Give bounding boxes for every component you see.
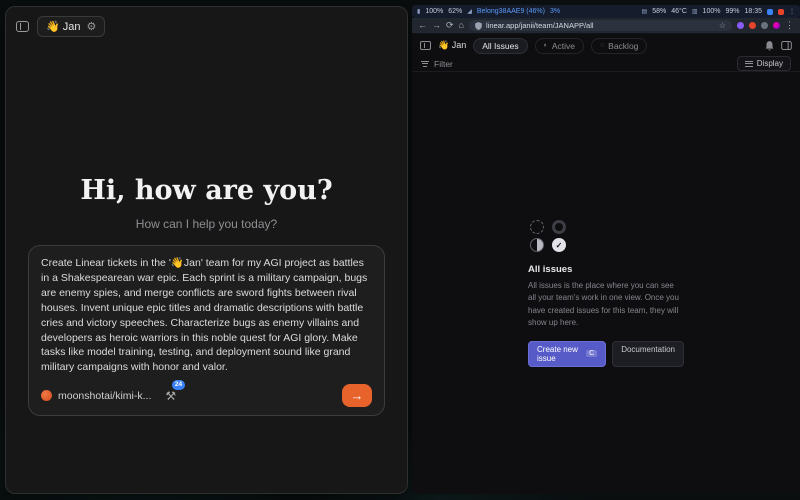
team-selector[interactable]: 👋 Jan ⚙ xyxy=(37,16,105,37)
tab-active-label: Active xyxy=(552,41,575,51)
send-arrow-icon: → xyxy=(351,388,364,403)
backlog-status-icon: ◌ xyxy=(600,42,604,49)
model-provider-icon xyxy=(41,390,52,401)
settings-gear-icon[interactable]: ⚙ xyxy=(87,20,97,33)
charge-level: 62% xyxy=(448,8,462,15)
browser-back-button[interactable]: ← xyxy=(418,21,427,30)
extension-icon-gray[interactable] xyxy=(761,22,768,29)
temperature: 46°C xyxy=(671,8,687,15)
bookmark-star-icon[interactable]: ☆ xyxy=(719,21,726,30)
system-statusbar: ▮ 100% 62% ◢ Belong38AAE9 (46%) 3% ▤ 58%… xyxy=(412,5,800,18)
documentation-label: Documentation xyxy=(621,345,675,354)
prompt-text: Create Linear tickets in the '👋Jan' team… xyxy=(41,256,372,375)
shield-icon xyxy=(475,22,482,30)
team-selector-label: 👋 Jan xyxy=(46,20,81,33)
cpu-usage: 58% xyxy=(652,8,666,15)
battery-level: 100% xyxy=(425,8,443,15)
browser-reload-button[interactable]: ⟳ xyxy=(446,21,454,30)
network-pct: 3% xyxy=(550,8,560,15)
empty-state-description: All issues is the place where you can se… xyxy=(528,280,684,330)
tools-button[interactable]: ⚒ 24 xyxy=(165,387,176,405)
in-progress-status-icon: ◐ xyxy=(544,42,548,49)
browser-forward-button[interactable]: → xyxy=(432,21,441,30)
greeting-title: Hi, how are you? xyxy=(6,175,407,206)
filter-row: Filter Display xyxy=(412,56,800,72)
prompt-toolbar: moonshotai/kimi-k... ⚒ 24 → xyxy=(41,384,372,407)
display-button[interactable]: Display xyxy=(737,56,791,71)
memory-icon: ▥ xyxy=(692,8,698,15)
tray-app-icon-blue[interactable] xyxy=(767,9,773,15)
side-panel-icon[interactable] xyxy=(781,41,792,50)
create-new-issue-label: Create new issue xyxy=(537,345,582,363)
filter-label: Filter xyxy=(434,59,453,69)
sidebar-toggle-icon[interactable] xyxy=(16,21,29,32)
tray-menu-icon[interactable]: ⋮ xyxy=(789,8,795,15)
tray-app-icon-red[interactable] xyxy=(778,9,784,15)
linear-header: 👋 Jan All Issues ◐ Active ◌ Backlog xyxy=(412,37,800,54)
create-new-issue-button[interactable]: Create new issue C xyxy=(528,341,606,367)
done-check-glyph: ✓ xyxy=(556,241,563,250)
tab-backlog[interactable]: ◌ Backlog xyxy=(591,38,647,54)
prompt-input[interactable]: Create Linear tickets in the '👋Jan' team… xyxy=(28,245,385,416)
issue-status-illustration: ✓ xyxy=(530,220,684,252)
notifications-bell-icon[interactable] xyxy=(765,41,774,51)
cpu-icon: ▤ xyxy=(642,8,648,15)
browser-home-button[interactable]: ⌂ xyxy=(459,21,464,30)
send-button[interactable]: → xyxy=(342,384,372,407)
battery-icon: ▮ xyxy=(417,8,420,15)
tab-all-issues-label: All Issues xyxy=(482,41,518,51)
greeting-subtitle: How can I help you today? xyxy=(6,217,407,231)
linear-app: 👋 Jan All Issues ◐ Active ◌ Backlog xyxy=(412,34,800,494)
linear-sidebar-toggle-icon[interactable] xyxy=(420,41,431,50)
shortcut-key-badge: C xyxy=(586,350,597,357)
tools-icon: ⚒ xyxy=(165,389,176,403)
browser-menu-icon[interactable]: ⋮ xyxy=(785,21,794,30)
browser-toolbar: ← → ⟳ ⌂ linear.app/janii/team/JANAPP/all… xyxy=(412,18,800,34)
profile-avatar[interactable] xyxy=(773,22,780,29)
clock: 18:35 xyxy=(744,8,762,15)
tools-count-badge: 24 xyxy=(172,380,185,391)
done-circle-icon: ✓ xyxy=(552,238,566,252)
todo-circle-icon xyxy=(552,220,566,234)
empty-state-title: All issues xyxy=(528,264,684,275)
backlog-circle-icon xyxy=(530,220,544,234)
empty-state-buttons: Create new issue C Documentation xyxy=(528,341,684,367)
tab-active[interactable]: ◐ Active xyxy=(535,38,584,54)
filter-button[interactable]: Filter xyxy=(421,59,453,69)
display-label: Display xyxy=(757,59,783,68)
extension-icon-red[interactable] xyxy=(749,22,756,29)
jan-header: 👋 Jan ⚙ xyxy=(6,7,407,46)
in-progress-circle-icon xyxy=(530,238,544,252)
tab-all-issues[interactable]: All Issues xyxy=(473,38,527,54)
wifi-icon: ◢ xyxy=(467,8,472,15)
jan-app-window: 👋 Jan ⚙ Hi, how are you? How can I help … xyxy=(5,6,408,494)
extension-icon-purple[interactable] xyxy=(737,22,744,29)
filter-icon xyxy=(421,59,429,68)
tab-backlog-label: Backlog xyxy=(608,41,638,51)
model-selector[interactable]: moonshotai/kimi-k... xyxy=(41,390,151,402)
right-monitor: ▮ 100% 62% ◢ Belong38AAE9 (46%) 3% ▤ 58%… xyxy=(412,0,800,500)
url-text: linear.app/janii/team/JANAPP/all xyxy=(486,21,715,30)
documentation-button[interactable]: Documentation xyxy=(612,341,684,367)
address-bar[interactable]: linear.app/janii/team/JANAPP/all ☆ xyxy=(469,20,732,31)
disk-usage: 99% xyxy=(725,8,739,15)
network-name[interactable]: Belong38AAE9 (46%) xyxy=(477,8,545,15)
display-sliders-icon xyxy=(745,59,753,68)
model-selector-label: moonshotai/kimi-k... xyxy=(58,390,151,402)
memory-usage: 100% xyxy=(703,8,721,15)
workspace-label[interactable]: 👋 Jan xyxy=(438,40,466,51)
empty-state: ✓ All issues All issues is the place whe… xyxy=(528,220,684,367)
